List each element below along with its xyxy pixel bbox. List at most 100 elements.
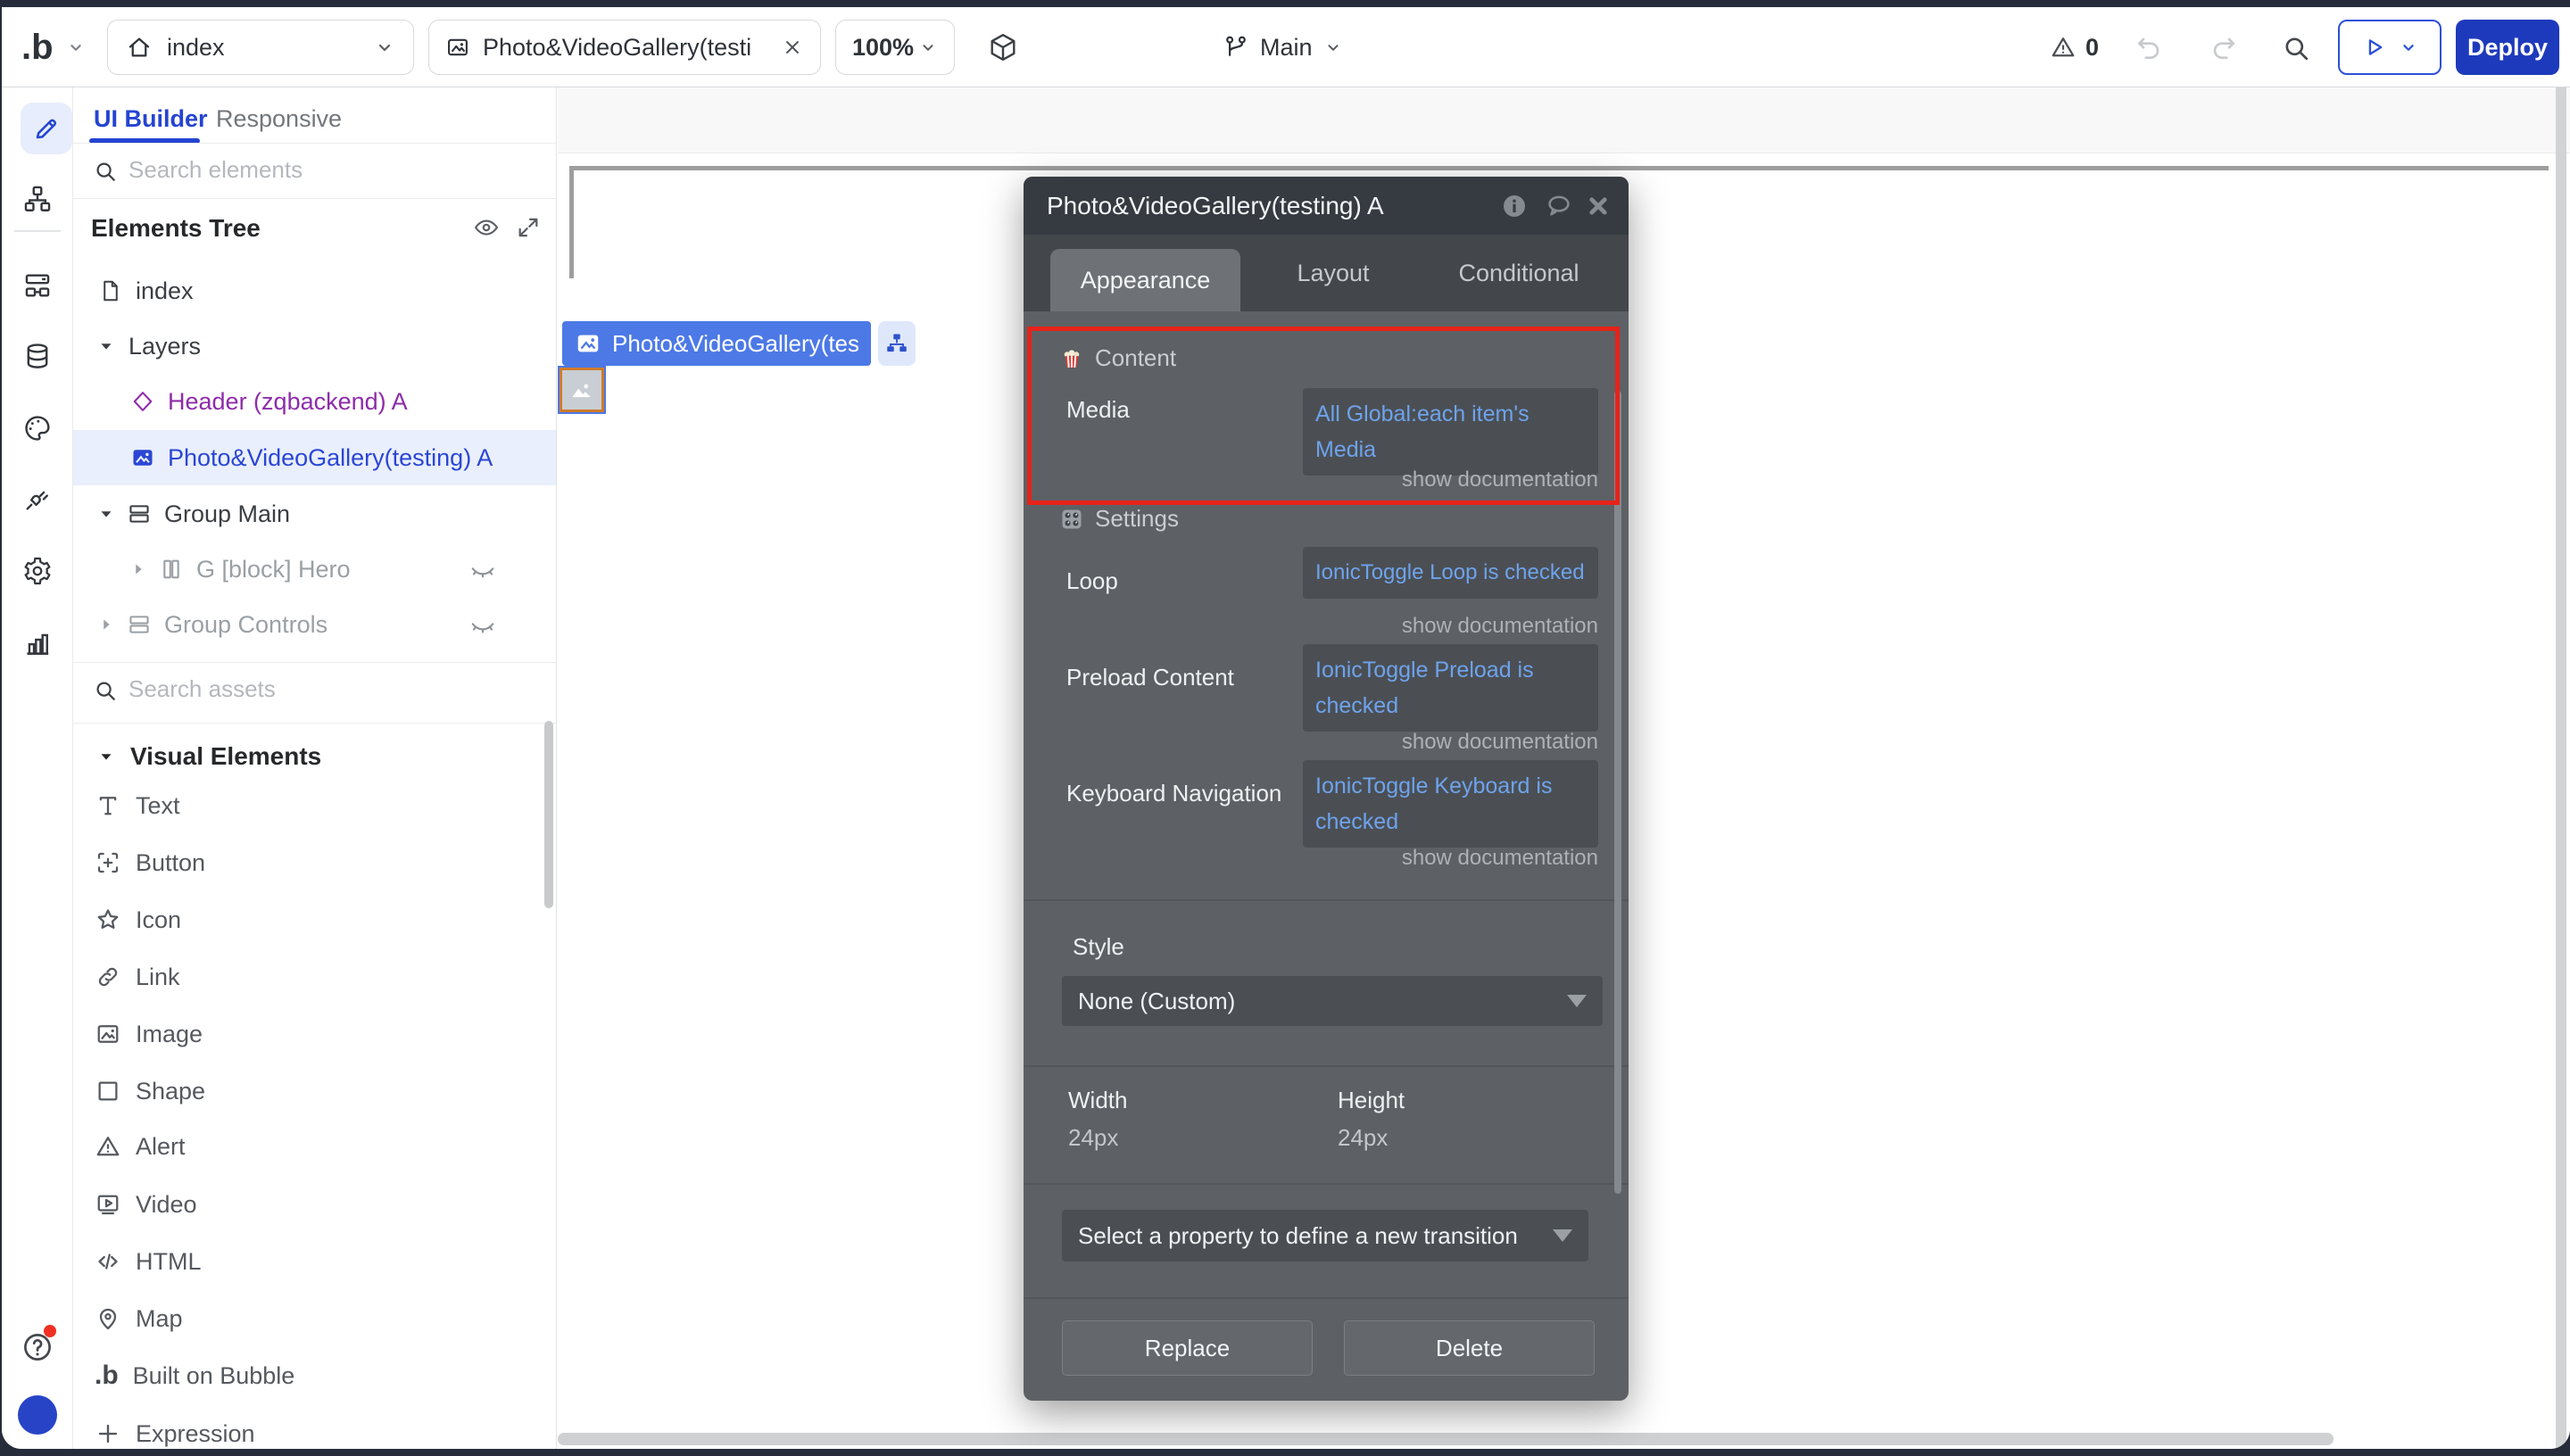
zoom-level: 100% — [852, 34, 914, 62]
close-tab-icon[interactable] — [781, 36, 804, 59]
preload-field-label: Preload Content — [1066, 664, 1234, 691]
delete-button[interactable]: Delete — [1344, 1320, 1595, 1376]
plus-icon — [95, 1420, 121, 1447]
tree-row-group-main[interactable]: Group Main — [73, 487, 557, 541]
asset-item-shape[interactable]: Shape — [73, 1064, 557, 1118]
keyboard-show-documentation[interactable]: show documentation — [1402, 846, 1598, 871]
ui-builder-panel: UI Builder Responsive Elements Tree inde… — [73, 87, 557, 1449]
asset-item-link[interactable]: Link — [73, 950, 557, 1004]
tree-row-header-reusable[interactable]: Header (zqbackend) A — [73, 375, 557, 428]
warning-triangle-icon — [2050, 34, 2077, 61]
pencil-icon — [32, 114, 61, 143]
preload-field-value[interactable]: IonicToggle Preload is checked — [1303, 644, 1598, 732]
preview-box-icon[interactable] — [987, 31, 1019, 63]
tab-appearance[interactable]: Appearance — [1050, 249, 1240, 311]
asset-item-icon[interactable]: Icon — [73, 893, 557, 947]
eye-off-icon[interactable] — [469, 611, 496, 638]
element-tab-label: Photo&VideoGallery(testin... — [483, 34, 750, 62]
tree-row-block-hero[interactable]: G [block] Hero — [73, 542, 557, 596]
asset-item-expression[interactable]: Expression — [73, 1407, 557, 1449]
loop-field-value[interactable]: IonicToggle Loop is checked — [1303, 547, 1598, 599]
group-icon — [127, 612, 152, 637]
tab-conditional[interactable]: Conditional — [1443, 235, 1595, 311]
tree-row-photo-gallery-selected[interactable]: Photo&VideoGallery(testing) A — [73, 430, 557, 485]
asset-item-text[interactable]: Text — [73, 779, 557, 832]
inspector-scrollbar[interactable] — [1614, 391, 1621, 1194]
settings-gear-icon[interactable] — [22, 556, 53, 586]
element-tab[interactable]: Photo&VideoGallery(testin... — [428, 20, 821, 75]
preview-run-button[interactable] — [2338, 20, 2442, 75]
caret-down-icon[interactable] — [96, 336, 116, 356]
search-assets-input[interactable] — [127, 674, 466, 704]
asset-item-image[interactable]: Image — [73, 1007, 557, 1061]
tab-layout[interactable]: Layout — [1271, 235, 1396, 311]
asset-item-video[interactable]: Video — [73, 1178, 557, 1231]
search-elements-input[interactable] — [127, 155, 466, 185]
expand-panel-icon[interactable] — [516, 215, 541, 240]
tab-ui-builder[interactable]: UI Builder — [94, 105, 208, 133]
search-icon[interactable] — [2281, 33, 2311, 63]
branch-selector[interactable]: Main — [1223, 7, 1343, 87]
redo-icon[interactable] — [2209, 34, 2238, 62]
style-dropdown[interactable]: None (Custom) — [1062, 976, 1603, 1026]
element-hierarchy-button[interactable] — [878, 321, 916, 366]
inspector-header[interactable]: Photo&VideoGallery(testing) A — [1024, 177, 1629, 235]
code-icon — [95, 1248, 121, 1275]
replace-button[interactable]: Replace — [1062, 1320, 1313, 1376]
caret-right-icon[interactable] — [128, 559, 148, 579]
issues-indicator[interactable]: 0 — [2050, 7, 2099, 87]
database-icon[interactable] — [22, 341, 53, 371]
components-icon[interactable] — [22, 270, 53, 301]
panel-scrollbar[interactable] — [544, 721, 553, 908]
transition-dropdown[interactable]: Select a property to define a new transi… — [1062, 1210, 1588, 1262]
undo-icon[interactable] — [2135, 34, 2163, 62]
mountain-placeholder-icon — [568, 376, 595, 403]
photo-gallery-icon — [575, 330, 601, 357]
caret-down-icon[interactable] — [96, 504, 116, 524]
asset-item-built-on-bubble[interactable]: .b Built on Bubble — [73, 1349, 557, 1402]
eye-icon[interactable] — [473, 214, 500, 241]
workflow-sitemap-icon[interactable] — [22, 184, 53, 214]
image-placeholder-element[interactable] — [560, 368, 604, 412]
canvas-top-band — [558, 87, 2570, 153]
tree-row-group-controls[interactable]: Group Controls — [73, 598, 557, 651]
chevron-down-icon — [66, 37, 86, 57]
logs-chart-icon[interactable] — [22, 628, 53, 658]
bubble-logo-menu[interactable]: .b — [21, 7, 86, 87]
video-icon — [95, 1191, 121, 1218]
asset-item-alert[interactable]: Alert — [73, 1120, 557, 1173]
user-avatar[interactable] — [18, 1395, 57, 1435]
keyboard-field-value[interactable]: IonicToggle Keyboard is checked — [1303, 760, 1598, 848]
deploy-button[interactable]: Deploy — [2456, 20, 2559, 75]
chevron-down-icon — [2399, 37, 2418, 57]
horizontal-scrollbar[interactable] — [558, 1433, 2334, 1445]
plugins-plug-icon[interactable] — [22, 484, 53, 514]
design-tab-active[interactable] — [21, 103, 72, 154]
styles-palette-icon[interactable] — [22, 413, 53, 443]
columns-icon — [159, 557, 184, 582]
tree-row-index[interactable]: index — [73, 264, 557, 318]
asset-item-button[interactable]: Button — [73, 836, 557, 889]
asset-item-html[interactable]: HTML — [73, 1235, 557, 1288]
preload-show-documentation[interactable]: show documentation — [1402, 730, 1598, 755]
zoom-dropdown[interactable]: 100% — [835, 20, 955, 75]
visual-elements-header[interactable]: Visual Elements — [73, 732, 557, 782]
caret-right-icon[interactable] — [96, 615, 116, 634]
asset-item-map[interactable]: Map — [73, 1292, 557, 1345]
tab-responsive[interactable]: Responsive — [216, 105, 342, 133]
tree-row-layers[interactable]: Layers — [73, 319, 557, 373]
help-icon[interactable] — [21, 1330, 54, 1364]
media-show-documentation[interactable]: show documentation — [1402, 467, 1598, 492]
selected-element-pill[interactable]: Photo&VideoGallery(tes... — [562, 321, 871, 366]
vertical-scrollbar[interactable] — [2556, 87, 2566, 1449]
page-selector-dropdown[interactable]: index — [107, 20, 414, 75]
close-icon[interactable] — [1584, 192, 1612, 220]
selected-element-label: Photo&VideoGallery(tes... — [612, 330, 858, 358]
eye-off-icon[interactable] — [469, 556, 496, 583]
media-field-value[interactable]: All Global:each item's Media — [1303, 388, 1598, 476]
loop-show-documentation[interactable]: show documentation — [1402, 614, 1598, 639]
info-icon[interactable] — [1500, 192, 1529, 220]
comment-icon[interactable] — [1545, 192, 1573, 220]
width-value: 24px — [1068, 1124, 1118, 1152]
page-selector-label: index — [167, 34, 225, 62]
